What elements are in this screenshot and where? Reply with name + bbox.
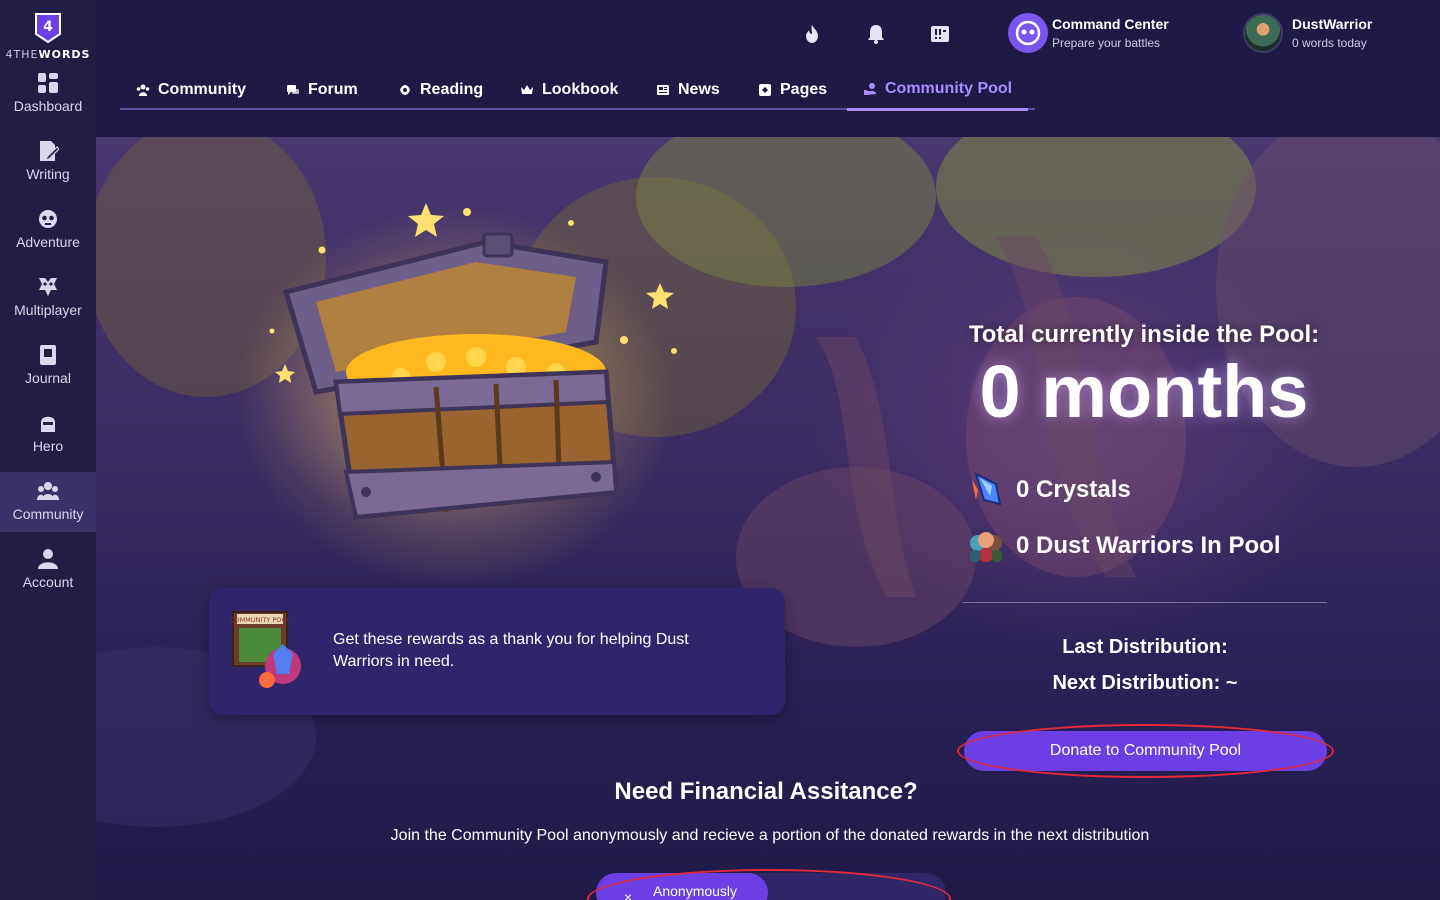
tab-label: Community xyxy=(158,81,246,98)
community-pool-rewards-image: COMMUNITY POOL xyxy=(231,611,301,688)
sidebar-item-label: Community xyxy=(12,506,84,522)
tab-reading[interactable]: Reading xyxy=(382,70,499,110)
last-distribution: Last Distribution: xyxy=(1062,636,1228,658)
notification-bell-icon[interactable] xyxy=(864,22,888,46)
journal-icon xyxy=(40,345,56,365)
brand-name-suffix: WORDS xyxy=(38,48,91,61)
tab-label: News xyxy=(678,81,720,98)
tab-label: Pages xyxy=(780,81,828,98)
adventure-icon xyxy=(39,210,57,228)
brand-name: 4THEWORDS xyxy=(0,48,96,61)
reading-icon xyxy=(400,85,410,95)
user-profile[interactable]: DustWarrior 0 words today xyxy=(1243,13,1433,55)
brand-logo[interactable]: 4 4THEWORDS xyxy=(0,8,96,64)
community-pool-icon xyxy=(864,83,876,95)
crystals-count: 0 Crystals xyxy=(1016,476,1131,503)
command-center-subtitle: Prepare your battles xyxy=(1052,36,1161,50)
tab-label: Forum xyxy=(308,81,358,98)
crystals-stat: 0 Crystals xyxy=(966,470,1131,510)
sidebar-item-label: Adventure xyxy=(16,234,80,250)
command-center-face-icon xyxy=(1015,20,1041,46)
community-icon xyxy=(37,482,59,500)
sidebar-item-multiplayer[interactable]: Multiplayer xyxy=(0,268,96,328)
dust-warriors-group-icon xyxy=(970,532,1002,562)
tab-lookbook[interactable]: Lookbook xyxy=(504,70,634,110)
pool-total-value: 0 months xyxy=(979,350,1309,433)
rewards-card: COMMUNITY POOL Get these rewards as a th… xyxy=(209,588,785,715)
streak-flame-icon[interactable] xyxy=(800,22,824,46)
sidebar-item-journal[interactable]: Journal xyxy=(0,336,96,396)
crown-icon xyxy=(521,85,533,94)
command-center-icon xyxy=(1008,13,1048,53)
tab-pages[interactable]: Pages xyxy=(742,70,843,110)
tab-label: Lookbook xyxy=(542,81,619,98)
sidebar-item-adventure[interactable]: Adventure xyxy=(0,200,96,260)
forum-icon xyxy=(287,85,299,95)
sidebar-item-label: Dashboard xyxy=(13,98,83,114)
pages-icon xyxy=(759,84,771,96)
command-center-title: Command Center xyxy=(1052,16,1169,32)
user-word-count: 0 words today xyxy=(1292,36,1367,50)
pool-heading: Total currently inside the Pool: xyxy=(968,321,1320,348)
crystal-icon xyxy=(972,472,1002,506)
tab-community[interactable]: Community xyxy=(120,70,262,110)
sidebar-item-label: Hero xyxy=(32,438,64,454)
account-icon xyxy=(38,549,58,569)
community-pool-panel: Total currently inside the Pool: 0 month… xyxy=(96,137,1440,900)
sidebar-item-hero[interactable]: Hero xyxy=(0,404,96,464)
sidebar-item-label: Multiplayer xyxy=(14,302,82,318)
sidebar: 4 4THEWORDS Dashboard Writing Adventure … xyxy=(0,0,96,900)
sidebar-item-label: Journal xyxy=(25,370,71,386)
financial-assistance-title: Need Financial Assitance? xyxy=(614,778,918,805)
avatar xyxy=(1243,13,1283,53)
tab-news[interactable]: News xyxy=(640,70,736,110)
anonymously-label: Anonymously xyxy=(653,883,738,899)
rewards-image-label: COMMUNITY POOL xyxy=(231,616,290,624)
warriors-stat: 0 Dust Warriors In Pool xyxy=(966,526,1280,566)
financial-assistance-description: Join the Community Pool anonymously and … xyxy=(390,827,1150,844)
tab-community-pool[interactable]: Community Pool xyxy=(847,70,1029,111)
next-distribution: Next Distribution: ~ xyxy=(1052,672,1238,694)
logo-badge-icon: 4 xyxy=(35,13,61,44)
treasure-chest-image xyxy=(282,232,619,520)
news-icon xyxy=(657,85,669,95)
sidebar-item-community[interactable]: Community xyxy=(0,472,96,532)
writing-icon xyxy=(40,141,59,161)
hero-icon xyxy=(41,416,55,432)
close-icon: × xyxy=(624,889,633,900)
logo-badge-number: 4 xyxy=(43,19,53,35)
anonymously-toggle-option[interactable]: × Anonymously xyxy=(596,873,768,900)
topbar: Command Center Prepare your battles Dust… xyxy=(96,0,1440,137)
user-name: DustWarrior xyxy=(1292,16,1373,32)
sidebar-item-label: Writing xyxy=(26,166,70,182)
warriors-count: 0 Dust Warriors In Pool xyxy=(1016,532,1281,559)
sidebar-item-dashboard[interactable]: Dashboard xyxy=(0,64,96,124)
tab-label: Reading xyxy=(420,81,484,98)
tab-forum[interactable]: Forum xyxy=(270,70,374,110)
brand-name-prefix: 4THE xyxy=(5,48,39,61)
stats-divider xyxy=(963,602,1327,603)
rewards-card-text: Get these rewards as a thank you for hel… xyxy=(333,631,689,670)
sidebar-item-writing[interactable]: Writing xyxy=(0,132,96,192)
donate-to-community-pool-button[interactable]: Donate to Community Pool xyxy=(964,731,1327,771)
tab-label: Community Pool xyxy=(885,80,1013,97)
command-center-link[interactable]: Command Center Prepare your battles xyxy=(1008,13,1198,55)
community-tabs: Community Forum Reading Lookbook News Pa… xyxy=(120,70,1035,111)
community-icon xyxy=(136,84,150,96)
sidebar-item-label: Account xyxy=(22,574,74,590)
dashboard-icon xyxy=(38,73,58,93)
alerts-board-icon[interactable] xyxy=(928,22,952,46)
multiplayer-icon xyxy=(39,278,57,296)
sidebar-item-account[interactable]: Account xyxy=(0,540,96,600)
